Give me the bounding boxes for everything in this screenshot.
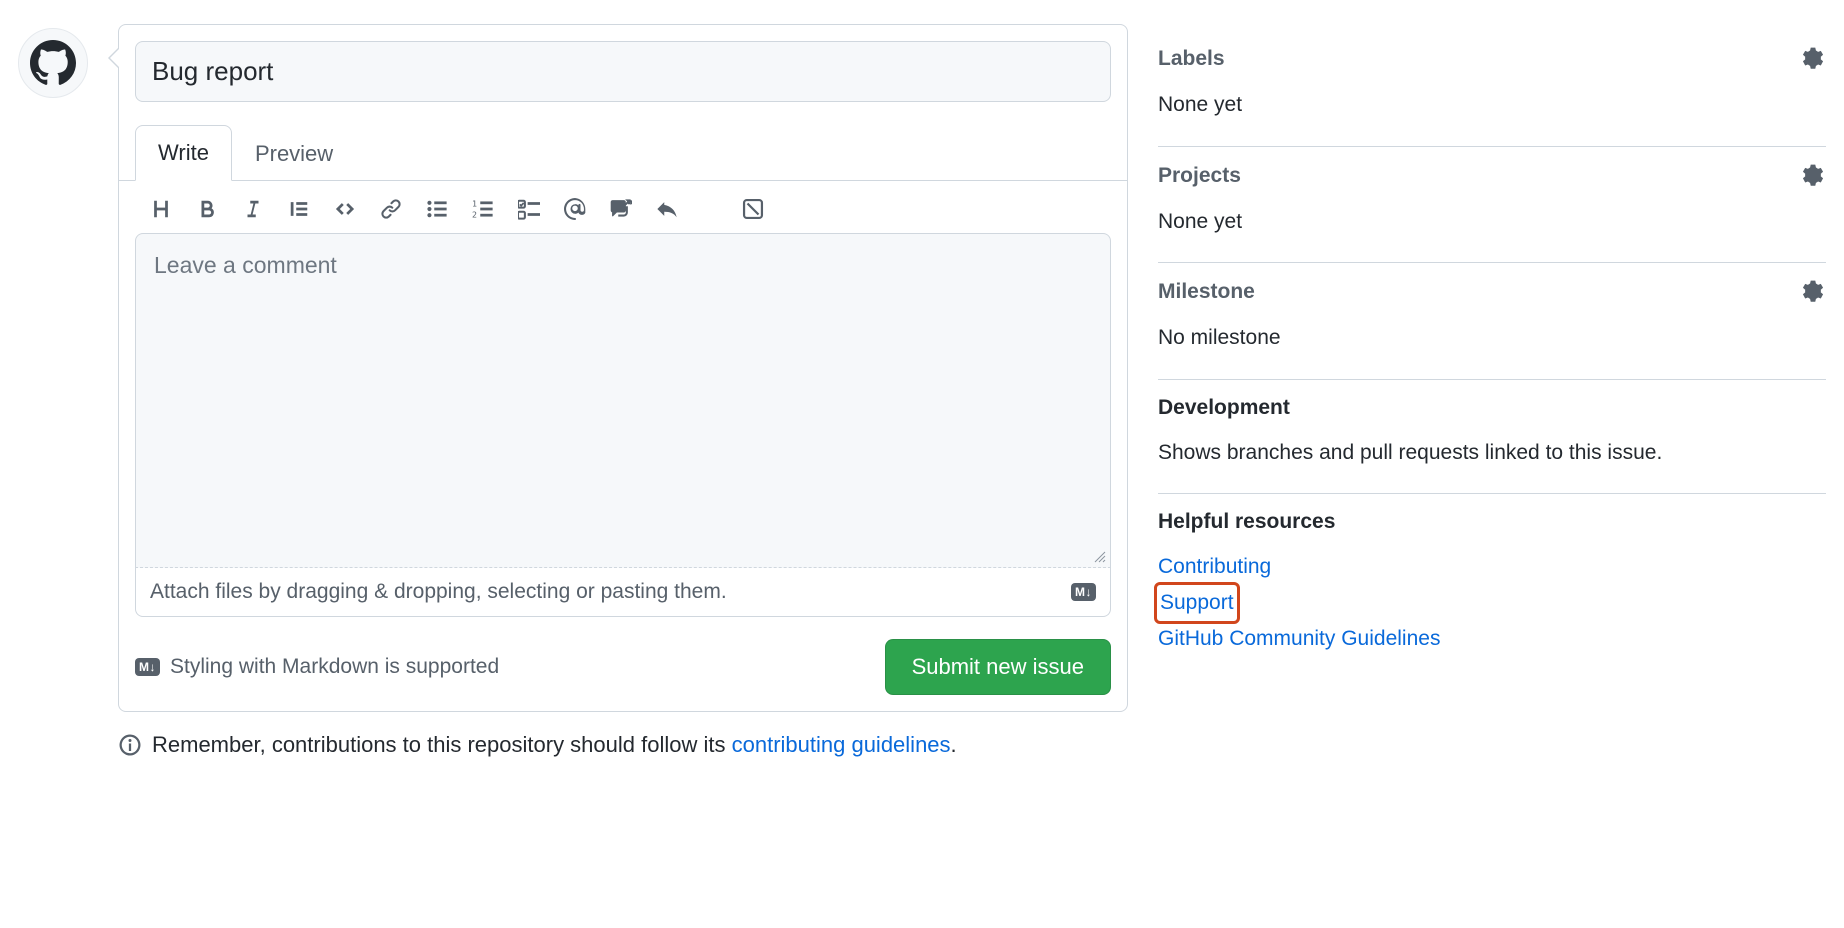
cross-reference-icon[interactable] [609,197,633,221]
gear-icon[interactable] [1800,46,1826,72]
markdown-support-text: Styling with Markdown is supported [170,655,499,679]
markdown-badge-icon: M↓ [135,658,160,676]
attach-files-area[interactable]: Attach files by dragging & dropping, sel… [135,568,1111,617]
contributing-link[interactable]: Contributing [1158,550,1271,584]
issue-editor: Write Preview 12 [118,24,1128,712]
mention-icon[interactable] [563,197,587,221]
labels-value: None yet [1158,88,1826,122]
formatting-toolbar: 12 [119,181,1127,233]
footer-suffix: . [951,732,957,757]
projects-value: None yet [1158,205,1826,239]
development-body: Shows branches and pull requests linked … [1158,436,1826,470]
support-link[interactable]: Support [1158,586,1236,620]
contribution-footer: Remember, contributions to this reposito… [118,732,1128,758]
markdown-badge-icon[interactable]: M↓ [1071,583,1096,601]
submit-new-issue-button[interactable]: Submit new issue [885,639,1111,695]
tab-write[interactable]: Write [135,125,232,181]
community-guidelines-link[interactable]: GitHub Community Guidelines [1158,622,1440,656]
task-list-icon[interactable] [517,197,541,221]
bullet-list-icon[interactable] [425,197,449,221]
comment-textarea[interactable] [136,234,1110,564]
italic-icon[interactable] [241,197,265,221]
numbered-list-icon[interactable]: 12 [471,197,495,221]
svg-text:2: 2 [472,209,477,219]
milestone-value: No milestone [1158,321,1826,355]
gear-icon[interactable] [1800,163,1826,189]
tab-preview[interactable]: Preview [232,126,356,181]
milestone-heading[interactable]: Milestone [1158,280,1255,304]
helpful-resources-heading: Helpful resources [1158,510,1335,534]
labels-heading[interactable]: Labels [1158,47,1225,71]
heading-icon[interactable] [149,197,173,221]
footer-prefix: Remember, contributions to this reposito… [152,732,732,757]
issue-title-input[interactable] [135,41,1111,102]
bold-icon[interactable] [195,197,219,221]
saved-replies-icon[interactable] [741,197,765,221]
projects-heading[interactable]: Projects [1158,164,1241,188]
gear-icon[interactable] [1800,279,1826,305]
svg-text:1: 1 [472,198,477,208]
link-icon[interactable] [379,197,403,221]
resize-handle-icon[interactable] [1094,551,1106,563]
markdown-support-link[interactable]: M↓ Styling with Markdown is supported [135,655,499,679]
octocat-icon [30,40,76,86]
reply-icon[interactable] [655,197,679,221]
attach-hint-text: Attach files by dragging & dropping, sel… [150,580,727,604]
avatar[interactable] [18,28,88,98]
contributing-guidelines-link[interactable]: contributing guidelines [732,732,951,757]
info-icon [118,733,142,757]
development-heading: Development [1158,396,1290,420]
code-icon[interactable] [333,197,357,221]
quote-icon[interactable] [287,197,311,221]
